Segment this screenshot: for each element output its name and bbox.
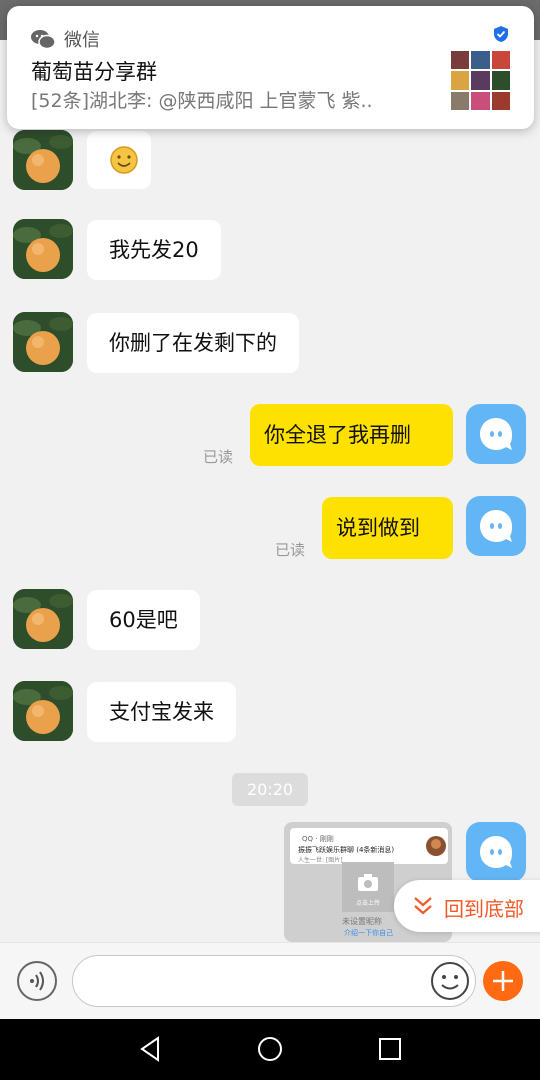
- back-to-bottom-button[interactable]: 回到底部: [394, 880, 540, 932]
- system-nav-bar: [0, 1019, 540, 1080]
- home-circle-icon: [258, 1037, 282, 1061]
- preview-text: 人生一世: [图片]: [298, 857, 343, 864]
- message-bubble[interactable]: 支付宝发来: [87, 682, 236, 742]
- read-status: 已读: [275, 541, 306, 559]
- message-input[interactable]: [72, 955, 476, 1007]
- back-triangle-icon: [140, 1036, 159, 1062]
- notification-preview: QQ · 刚刚 振振飞跃娱乐群聊 (4条新消息) 人生一世: [图片]: [290, 828, 448, 864]
- group-avatar: [451, 51, 510, 110]
- voice-icon: [30, 971, 44, 991]
- contact-avatar[interactable]: [13, 312, 73, 372]
- message-bubble[interactable]: 我先发20: [87, 220, 221, 280]
- more-options-button[interactable]: [483, 961, 523, 1001]
- plus-icon: [493, 971, 513, 991]
- read-status: 已读: [203, 448, 234, 466]
- double-chevron-down-icon: [414, 897, 432, 915]
- notification-app-name: 微信: [64, 30, 100, 51]
- my-message-bubble[interactable]: 说到做到: [322, 497, 453, 559]
- input-bar: [0, 942, 540, 1020]
- contact-avatar[interactable]: [13, 219, 73, 279]
- my-message-bubble[interactable]: 你全退了我再删: [250, 404, 453, 466]
- preview-source: QQ · 刚刚: [302, 835, 334, 843]
- camera-icon: [358, 874, 378, 891]
- preview-title: 振振飞跃娱乐群聊 (4条新消息): [298, 846, 395, 854]
- home-nav-button[interactable]: [255, 1034, 285, 1064]
- square-icon: [379, 1038, 401, 1060]
- message-bubble[interactable]: 60是吧: [87, 590, 200, 650]
- wechat-icon: [31, 30, 55, 49]
- contact-avatar[interactable]: [13, 130, 73, 190]
- shield-check-icon: [494, 26, 508, 42]
- message-bubble[interactable]: [87, 131, 151, 189]
- timestamp: 20:20: [232, 773, 308, 806]
- smile-icon: [431, 962, 469, 1000]
- my-avatar[interactable]: [466, 822, 526, 882]
- emoji-button[interactable]: [430, 961, 470, 1001]
- back-to-bottom-label: 回到底部: [444, 897, 524, 921]
- notification-banner[interactable]: 微信 葡萄苗分享群 [52条]湖北李: @陕西咸阳 上官蒙飞 紫..: [7, 6, 534, 129]
- smile-emoji-icon: [110, 146, 138, 174]
- nickname-hint: 未设置昵称: [342, 917, 382, 926]
- notification-title: 葡萄苗分享群: [31, 60, 157, 84]
- recents-nav-button[interactable]: [375, 1034, 405, 1064]
- preview-avatar: [426, 836, 446, 856]
- contact-avatar[interactable]: [13, 589, 73, 649]
- my-avatar[interactable]: [466, 496, 526, 556]
- contact-avatar[interactable]: [13, 681, 73, 741]
- notification-message: [52条]湖北李: @陕西咸阳 上官蒙飞 紫..: [31, 90, 373, 112]
- intro-hint: 介绍一下你自己: [344, 929, 393, 937]
- chat-area[interactable]: 我先发20 你删了在发剩下的 已读 你全退了我再删 已读 说到做到 60是吧 支…: [0, 0, 540, 942]
- back-nav-button[interactable]: [136, 1034, 166, 1064]
- upload-label: 点击上传: [355, 900, 380, 907]
- message-bubble[interactable]: 你删了在发剩下的: [87, 313, 299, 373]
- my-avatar[interactable]: [466, 404, 526, 464]
- upload-photo: 点击上传: [342, 862, 394, 912]
- voice-button[interactable]: [17, 961, 57, 1001]
